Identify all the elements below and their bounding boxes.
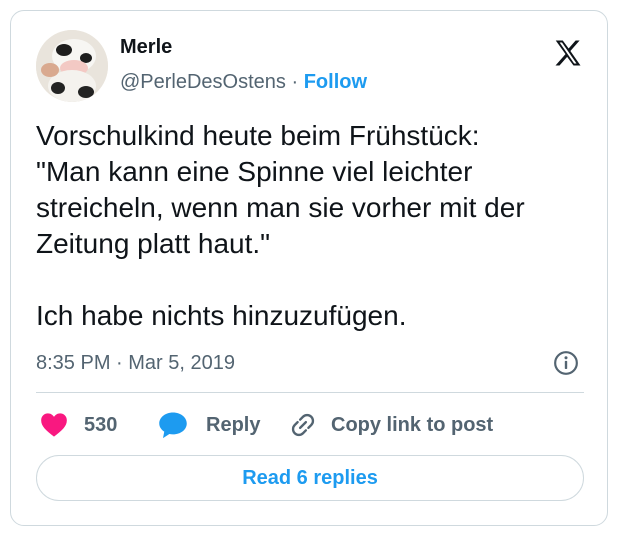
speech-bubble-icon	[159, 412, 187, 439]
author-handle[interactable]: @PerleDesOstens	[120, 71, 286, 93]
separator-dot: ·	[291, 71, 299, 93]
action-bar: 530 Reply Copy link to post	[36, 408, 584, 442]
info-icon[interactable]	[553, 350, 579, 376]
heart-icon	[41, 413, 67, 437]
author-name[interactable]: Merle	[120, 35, 172, 59]
tweet-timestamp[interactable]: 8:35 PM · Mar 5, 2019	[36, 350, 235, 376]
like-count: 530	[84, 413, 118, 436]
reply-label: Reply	[206, 413, 261, 436]
author-meta: @PerleDesOstens · Follow	[120, 70, 367, 94]
avatar-image	[36, 30, 108, 102]
like-button[interactable]: 530	[40, 408, 117, 442]
avatar[interactable]	[36, 30, 108, 102]
tweet-text: Vorschulkind heute beim Frühstück: "Man …	[36, 120, 525, 331]
link-icon	[291, 413, 315, 437]
copy-link-label: Copy link to post	[331, 413, 494, 436]
x-logo-icon[interactable]	[552, 38, 584, 68]
divider	[36, 392, 584, 393]
copy-link-button[interactable]: Copy link to post	[289, 408, 493, 442]
read-replies-button[interactable]: Read 6 replies	[36, 455, 584, 501]
reply-button[interactable]: Reply	[158, 408, 260, 442]
follow-button[interactable]: Follow	[304, 71, 367, 93]
